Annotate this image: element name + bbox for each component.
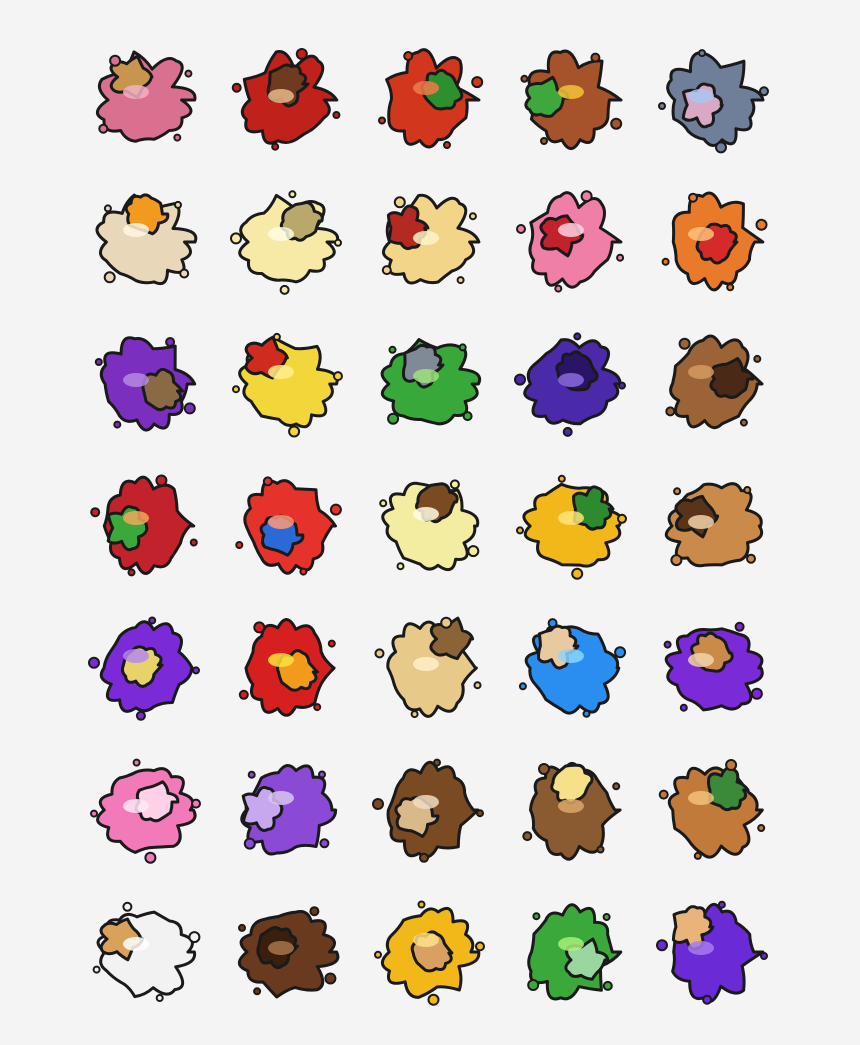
purple-jello-splat-icon <box>656 892 770 1006</box>
smores-splat-icon <box>656 466 770 580</box>
salad-plate-splat-graphic <box>380 338 482 426</box>
berry-pie-splat-icon <box>88 324 202 438</box>
grape-juice-splat-graphic <box>88 616 200 721</box>
cotton-candy-splat-icon <box>88 750 202 864</box>
blackberry-splat-graphic <box>514 332 626 437</box>
hamburger-splat-graphic <box>520 49 623 151</box>
spaghetti-meatball-splat-icon <box>230 40 344 154</box>
popsicle-splat-icon <box>514 608 628 722</box>
pizza-slice-splat-icon <box>230 324 344 438</box>
chocolate-pudding-splat-graphic <box>237 906 340 999</box>
nachos-splat-graphic <box>516 474 627 580</box>
cake-slice-splat-graphic <box>516 190 625 293</box>
pbj-sandwich-splat-icon <box>656 608 770 722</box>
pudding-splat-graphic <box>379 479 480 572</box>
tomato-splat-icon <box>372 40 486 154</box>
french-fries-splat-icon <box>372 608 486 722</box>
cereal-bowl-splat-graphic <box>235 476 342 576</box>
cake-slice-splat-icon <box>514 182 628 296</box>
cereal-bowl-splat-icon <box>230 466 344 580</box>
purple-cup-splat-graphic <box>240 764 338 856</box>
hot-pepper-graphic <box>238 618 336 717</box>
pbj-sandwich-splat-graphic <box>663 621 764 712</box>
popcorn-splat-icon <box>230 182 344 296</box>
cheese-toast-splat-icon <box>372 892 486 1006</box>
pizza-slice-splat-graphic <box>232 332 343 438</box>
popcorn-splat-graphic <box>230 190 342 295</box>
nachos-splat-icon <box>514 466 628 580</box>
hamburger-splat-icon <box>514 40 628 154</box>
fruit-bowl-splat-graphic <box>90 474 198 577</box>
grape-juice-splat-icon <box>88 608 202 722</box>
french-fries-splat-graphic <box>374 616 482 719</box>
donut-splat-icon <box>88 892 202 1006</box>
smores-splat-graphic <box>664 482 764 568</box>
sub-sandwich-splat-icon <box>656 750 770 864</box>
fruit-bowl-splat-icon <box>88 466 202 580</box>
cookie-crumbs-icon <box>656 324 770 438</box>
berry-pie-splat-graphic <box>94 336 197 432</box>
sub-sandwich-splat-graphic <box>658 759 766 860</box>
blackberry-splat-icon <box>514 324 628 438</box>
toaster-jelly-splat-icon <box>656 40 770 154</box>
pancake-stack-splat-icon <box>514 750 628 864</box>
chips-bag-splat-icon <box>656 182 770 296</box>
tomato-splat-graphic <box>378 48 484 149</box>
green-drink-splat-icon <box>514 892 628 1006</box>
purple-cup-splat-icon <box>230 750 344 864</box>
noodle-bowl-splat-icon <box>372 182 486 296</box>
salad-plate-splat-icon <box>372 324 486 438</box>
ice-cream-splat-graphic <box>96 50 197 143</box>
donut-splat-graphic <box>92 901 201 1002</box>
emote-grid <box>88 40 772 1006</box>
popsicle-splat-graphic <box>518 618 627 718</box>
spaghetti-meatball-splat-graphic <box>231 48 341 151</box>
cookie-crumbs-graphic <box>665 334 764 430</box>
cheese-toast-splat-graphic <box>374 900 485 1006</box>
hot-pepper-icon <box>230 608 344 722</box>
toaster-jelly-splat-graphic <box>658 49 769 154</box>
emote-sprite-sheet <box>88 40 772 1006</box>
cotton-candy-splat-graphic <box>90 758 201 864</box>
cracked-egg-splat-icon <box>88 182 202 296</box>
ice-cream-splat-icon <box>88 40 202 154</box>
soda-can-splat-graphic <box>372 758 484 863</box>
noodle-bowl-splat-graphic <box>381 193 481 285</box>
pudding-splat-icon <box>372 466 486 580</box>
chocolate-pudding-splat-icon <box>230 892 344 1006</box>
chips-bag-splat-graphic <box>661 191 768 292</box>
green-drink-splat-graphic <box>527 903 623 1001</box>
soda-can-splat-icon <box>372 750 486 864</box>
purple-jello-splat-graphic <box>656 900 768 1005</box>
cracked-egg-splat-graphic <box>95 193 198 286</box>
pancake-stack-splat-graphic <box>522 762 622 861</box>
